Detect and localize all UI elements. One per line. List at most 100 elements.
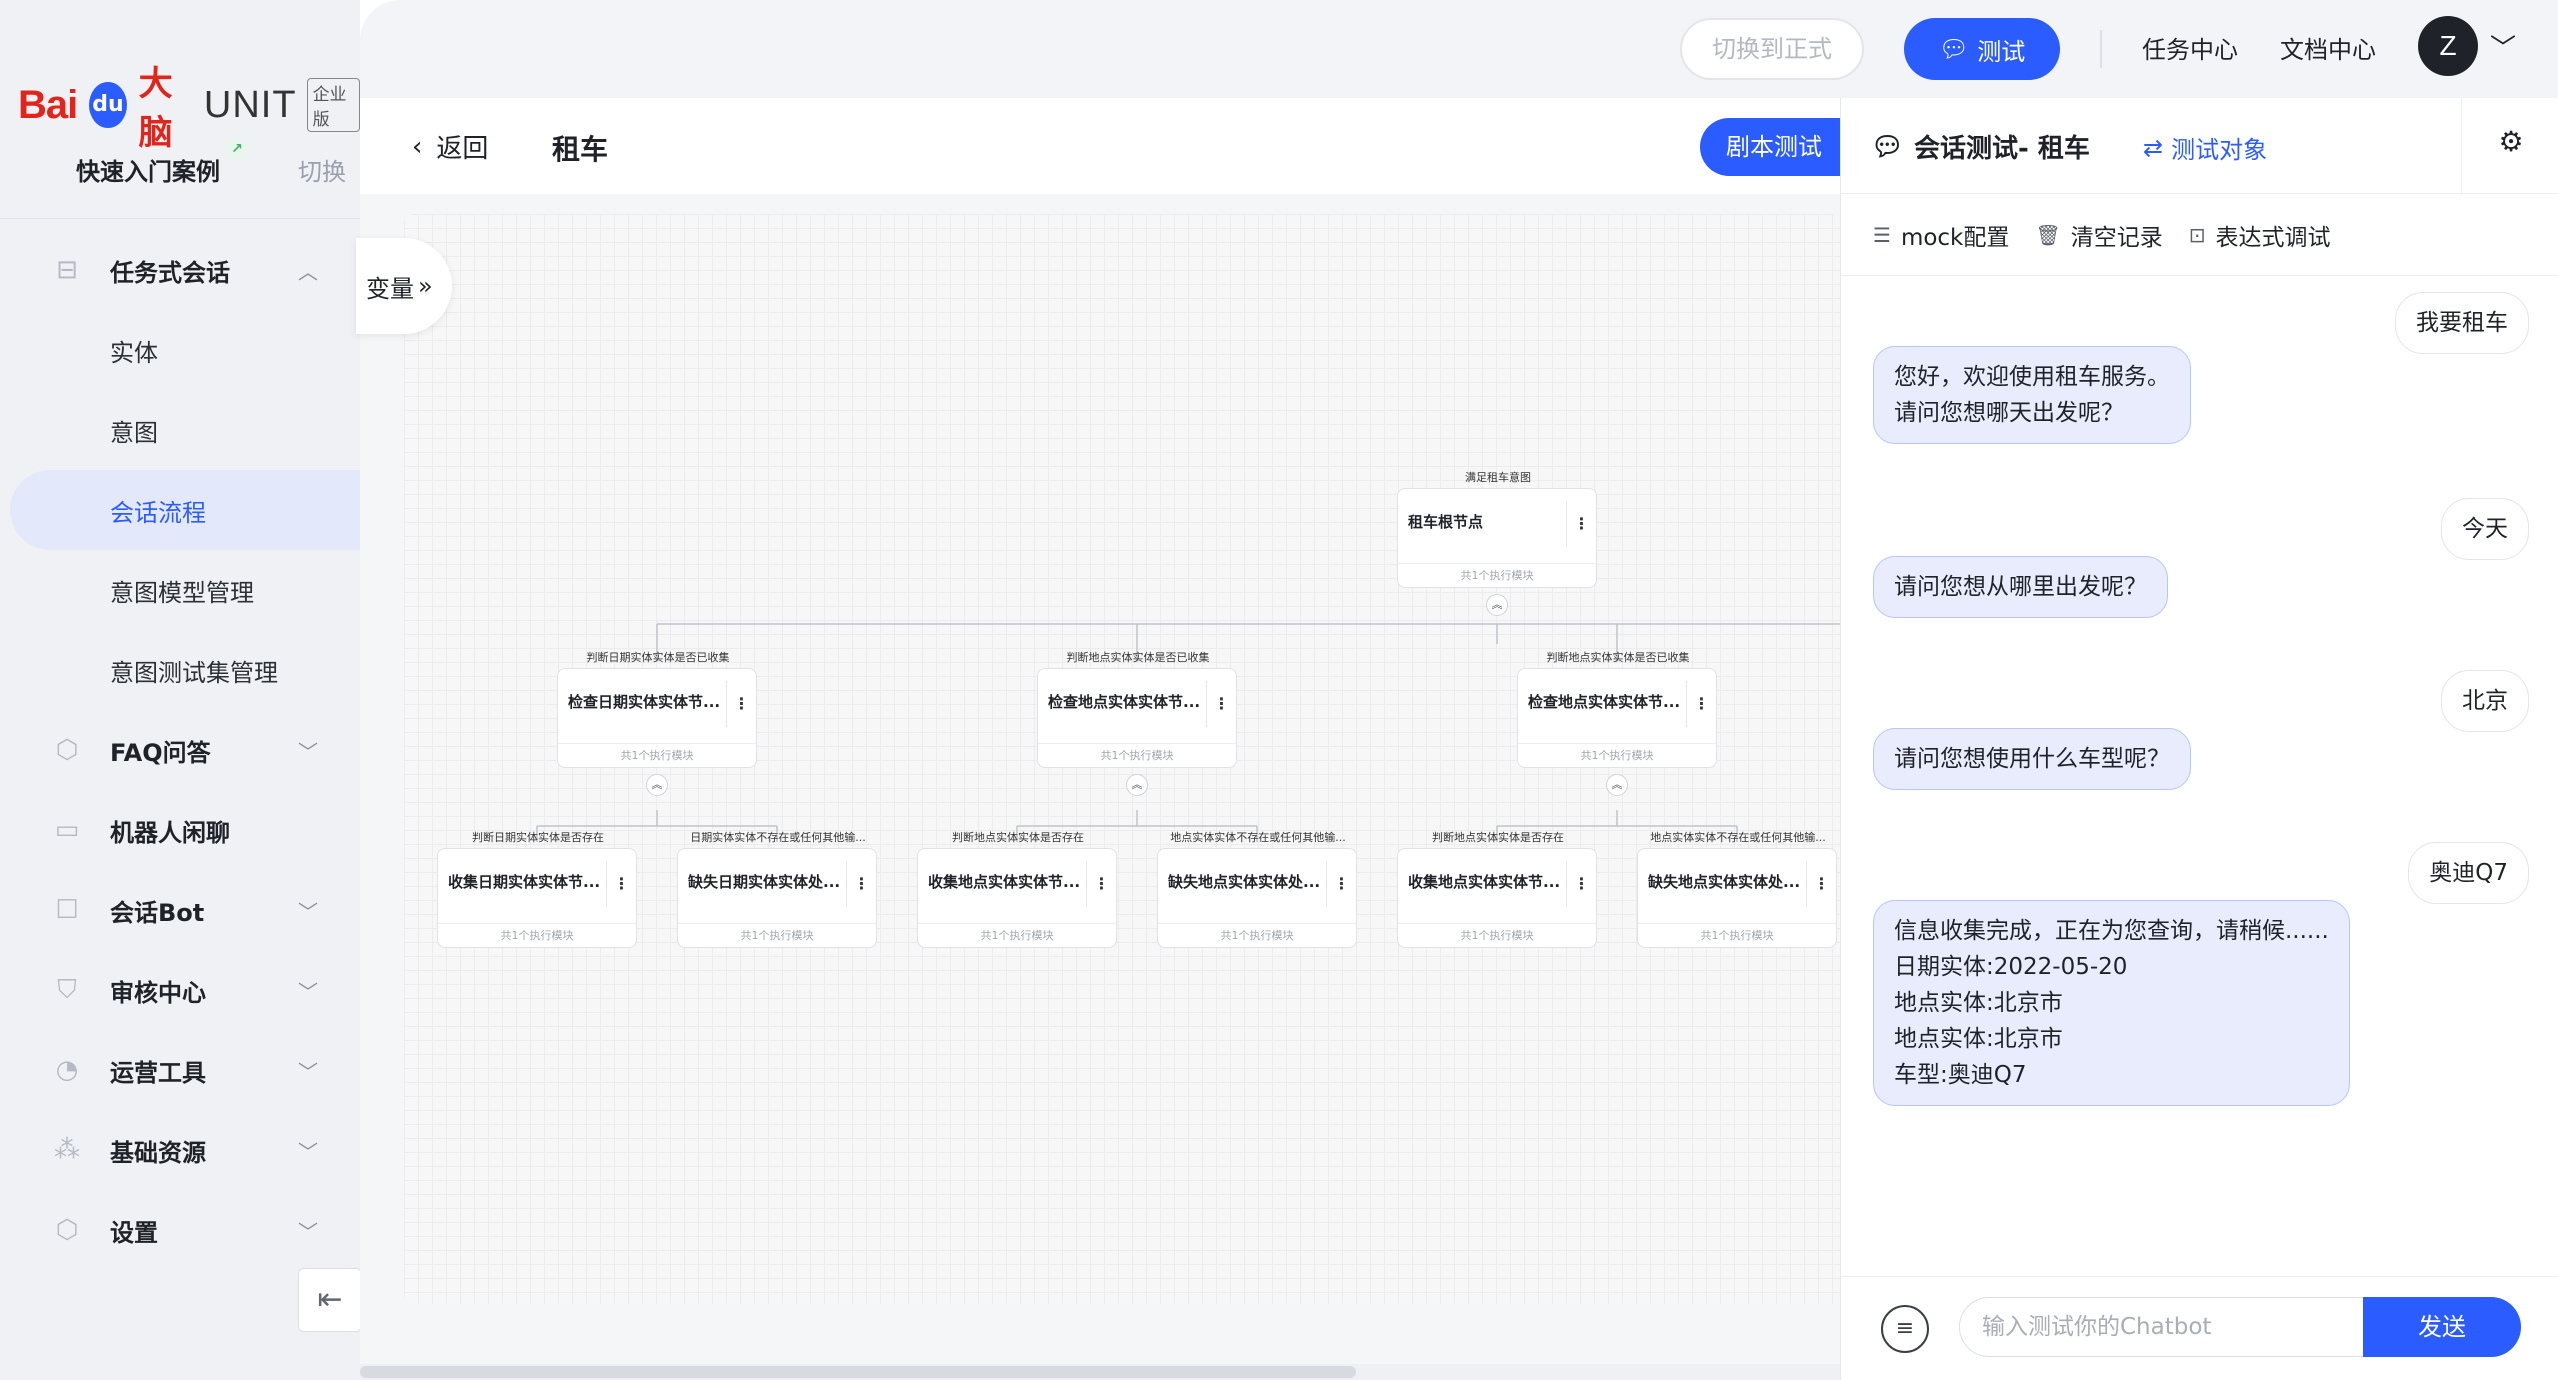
sliders-icon: ☰ bbox=[1873, 222, 1891, 247]
chat-toolbar: ☰ mock配置 🗑︎ 清空记录 ⊡ 表达式调试 bbox=[1841, 194, 2558, 276]
more-vertical-icon[interactable]: ⋮ bbox=[1566, 501, 1596, 547]
pin-icon: ↗ bbox=[226, 138, 248, 160]
chevron-down-icon: ﹀ bbox=[298, 899, 318, 924]
scrollbar-thumb[interactable] bbox=[360, 1366, 1356, 1378]
nav-ops[interactable]: ◔ 运营工具 ﹀ bbox=[0, 1030, 360, 1110]
chat-input-bar: ≡ 发送 bbox=[1841, 1276, 2558, 1380]
nav-settings[interactable]: ⬡ 设置 ﹀ bbox=[0, 1190, 360, 1270]
nav-intent-model[interactable]: 意图模型管理 bbox=[0, 550, 360, 630]
more-vertical-icon[interactable]: ⋮ bbox=[1086, 861, 1116, 907]
more-vertical-icon[interactable]: ⋮ bbox=[1686, 681, 1716, 727]
send-button[interactable]: 发送 bbox=[2363, 1297, 2521, 1357]
nav-chitchat-label: 机器人闲聊 bbox=[110, 818, 230, 847]
switch-to-formal-button[interactable]: 切换到正式 bbox=[1680, 18, 1864, 80]
chat-header: 💬︎ 会话测试- 租车 ⇄ 测试对象 ⚙ bbox=[1841, 98, 2558, 194]
node-footer: 共1个执行模块 bbox=[1460, 929, 1534, 942]
horizontal-scrollbar[interactable] bbox=[360, 1364, 1840, 1380]
trash-icon: 🗑︎ bbox=[2035, 222, 2061, 247]
node-title: 检查地点实体实体节... bbox=[1048, 693, 1201, 711]
nav-audit[interactable]: ⛉ 审核中心 ﹀ bbox=[0, 950, 360, 1030]
header-divider bbox=[2461, 98, 2462, 194]
list-menu-icon[interactable]: ≡ bbox=[1881, 1305, 1929, 1353]
node-title: 收集地点实体实体节... bbox=[928, 873, 1081, 891]
collapse-sidebar-button[interactable]: ⇤ bbox=[298, 1268, 362, 1332]
flow-node-check-location-2[interactable]: 判断地点实体实体是否已收集 检查地点实体实体节... ⋮ 共1个执行模块 bbox=[1517, 651, 1717, 768]
more-vertical-icon[interactable]: ⋮ bbox=[726, 681, 756, 727]
nav-intent[interactable]: 意图 bbox=[0, 390, 360, 470]
back-button[interactable]: ‹ 返回 bbox=[412, 128, 488, 165]
flow-node-missing-date[interactable]: 日期实体实体不存在或任何其他输... 缺失日期实体实体处... ⋮ 共1个执行模… bbox=[677, 831, 877, 948]
project-switcher: 快速入门案例 ↗ 切换 bbox=[76, 138, 346, 187]
nav-chitchat[interactable]: ▭ 机器人闲聊 bbox=[0, 790, 360, 870]
test-target-label: 测试对象 bbox=[2171, 136, 2268, 164]
task-center-link[interactable]: 任务中心 bbox=[2142, 30, 2238, 65]
flow-canvas[interactable]: 满足租车意图 租车根节点 ⋮ 共1个执行模块 ︽ 判断日期实体实体是否已收集 检… bbox=[404, 214, 1840, 1304]
node-title: 收集地点实体实体节... bbox=[1408, 873, 1561, 891]
node-divider bbox=[1158, 923, 1356, 924]
node-footer: 共1个执行模块 bbox=[740, 929, 814, 942]
flow-node-missing-location-1[interactable]: 地点实体实体不存在或任何其他输... 缺失地点实体实体处... ⋮ 共1个执行模… bbox=[1157, 831, 1357, 948]
nav-intent-testset[interactable]: 意图测试集管理 bbox=[0, 630, 360, 710]
chat-title: 💬︎ 会话测试- 租车 bbox=[1871, 128, 2090, 165]
code-icon: ⊡ bbox=[2188, 222, 2206, 247]
ops-icon: ◔ bbox=[55, 1055, 79, 1085]
collapse-children-icon[interactable]: ︽ bbox=[1126, 774, 1148, 796]
more-vertical-icon[interactable]: ⋮ bbox=[1806, 861, 1836, 907]
more-vertical-icon[interactable]: ⋮ bbox=[1326, 861, 1356, 907]
robot-icon: ☐ bbox=[55, 895, 79, 925]
node-condition: 地点实体实体不存在或任何其他输... bbox=[1650, 831, 1826, 844]
flow-node-root[interactable]: 满足租车意图 租车根节点 ⋮ 共1个执行模块 bbox=[1397, 471, 1597, 588]
collapse-children-icon[interactable]: ︽ bbox=[1486, 594, 1508, 616]
more-vertical-icon[interactable]: ⋮ bbox=[846, 861, 876, 907]
chevron-down-icon[interactable]: ﹀ bbox=[2490, 28, 2516, 65]
node-condition: 判断地点实体实体是否已收集 bbox=[1546, 651, 1690, 664]
nav-faq[interactable]: ⬡ FAQ问答 ﹀ bbox=[0, 710, 360, 790]
more-vertical-icon[interactable]: ⋮ bbox=[1206, 681, 1236, 727]
clear-records-button[interactable]: 🗑︎ 清空记录 bbox=[2035, 218, 2162, 252]
test-button[interactable]: 💬︎ 测试 bbox=[1904, 18, 2060, 80]
nav-bot[interactable]: ☐ 会话Bot ﹀ bbox=[0, 870, 360, 950]
flow-node-check-date[interactable]: 判断日期实体实体是否已收集 检查日期实体实体节... ⋮ 共1个执行模块 bbox=[557, 651, 757, 768]
nav-settings-label: 设置 bbox=[110, 1218, 158, 1247]
nav-dialog-flow[interactable]: 会话流程 bbox=[10, 470, 360, 550]
flow-node-collect-location-1[interactable]: 判断地点实体实体是否存在 收集地点实体实体节... ⋮ 共1个执行模块 bbox=[917, 831, 1117, 948]
swap-icon: ⇄ bbox=[2143, 133, 2164, 162]
expression-debug-label: 表达式调试 bbox=[2215, 224, 2331, 251]
nav-task-dialog-label: 任务式会话 bbox=[110, 258, 230, 287]
variables-label: 变量 bbox=[366, 274, 414, 303]
script-test-button[interactable]: 剧本测试 bbox=[1700, 118, 1860, 176]
collapse-children-icon[interactable]: ︽ bbox=[646, 774, 668, 796]
mock-config-button[interactable]: ☰ mock配置 bbox=[1873, 218, 2009, 252]
variables-button[interactable]: 变量 » bbox=[356, 238, 452, 334]
node-condition: 判断地点实体实体是否已收集 bbox=[1066, 651, 1210, 664]
nav-resources[interactable]: ⁂ 基础资源 ﹀ bbox=[0, 1110, 360, 1190]
user-message: 今天 bbox=[2441, 498, 2529, 560]
doc-center-link[interactable]: 文档中心 bbox=[2280, 30, 2376, 65]
settings-icon[interactable]: ⚙ bbox=[2493, 124, 2529, 160]
more-vertical-icon[interactable]: ⋮ bbox=[1566, 861, 1596, 907]
nav-faq-label: FAQ问答 bbox=[110, 738, 211, 767]
node-title: 收集日期实体实体节... bbox=[448, 873, 601, 891]
collapse-children-icon[interactable]: ︽ bbox=[1606, 774, 1628, 796]
brand-logo[interactable]: Bai du 大脑 UNIT 企业版 bbox=[18, 56, 361, 154]
message-list: 我要租车 您好，欢迎使用租车服务。 请问您想哪天出发呢？ 今天 请问您想从哪里出… bbox=[1841, 276, 2558, 1276]
switch-project-link[interactable]: 切换 bbox=[298, 152, 346, 187]
test-button-label: 测试 bbox=[1977, 37, 2026, 66]
nav-task-dialog[interactable]: ⊟ 任务式会话 ︿ bbox=[0, 230, 360, 310]
chat-input[interactable] bbox=[1959, 1297, 2369, 1357]
flow-node-collect-location-2[interactable]: 判断地点实体实体是否存在 收集地点实体实体节... ⋮ 共1个执行模块 bbox=[1397, 831, 1597, 948]
node-footer: 共1个执行模块 bbox=[1100, 749, 1174, 762]
chevron-down-icon: ﹀ bbox=[298, 1059, 318, 1084]
nav-entity[interactable]: 实体 bbox=[0, 310, 360, 390]
expression-debug-button[interactable]: ⊡ 表达式调试 bbox=[2189, 218, 2331, 252]
flow-node-check-location-1[interactable]: 判断地点实体实体是否已收集 检查地点实体实体节... ⋮ 共1个执行模块 bbox=[1037, 651, 1237, 768]
avatar[interactable]: Z bbox=[2418, 16, 2478, 76]
node-condition: 日期实体实体不存在或任何其他输... bbox=[690, 831, 866, 844]
node-title: 检查地点实体实体节... bbox=[1528, 693, 1681, 711]
more-vertical-icon[interactable]: ⋮ bbox=[606, 861, 636, 907]
test-target-button[interactable]: ⇄ 测试对象 bbox=[2143, 130, 2267, 165]
flow-node-missing-location-2[interactable]: 地点实体实体不存在或任何其他输... 缺失地点实体实体处... ⋮ 共1个执行模… bbox=[1637, 831, 1837, 948]
flow-node-collect-date[interactable]: 判断日期实体实体是否存在 收集日期实体实体节... ⋮ 共1个执行模块 bbox=[437, 831, 637, 948]
project-name: 快速入门案例 ↗ bbox=[76, 138, 248, 187]
nav-ops-label: 运营工具 bbox=[110, 1058, 206, 1087]
